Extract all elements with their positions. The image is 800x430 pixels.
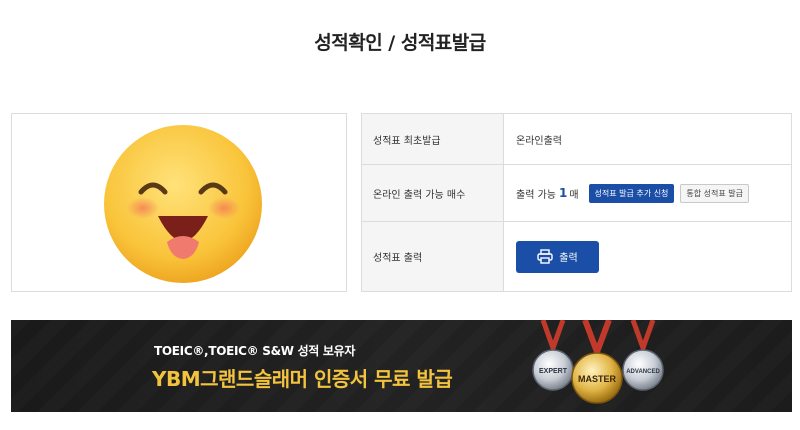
- medal-ribbon: [630, 320, 656, 356]
- integrated-report-button[interactable]: 통합 성적표 발급: [680, 183, 750, 203]
- print-count-number: 1: [558, 186, 568, 200]
- profile-photo-box: [11, 113, 347, 292]
- medal-master-label: MASTER: [578, 374, 617, 384]
- banner-headline: YBM그랜드슬래머 인증서 무료 발급: [152, 367, 453, 391]
- table-row: 성적표 출력 출력: [362, 222, 791, 291]
- row-value-print-count: 출력 가능 1 매 성적표 발급 추가 신청 통합 성적표 발급: [504, 165, 791, 221]
- smiling-face-emoji: [104, 125, 262, 283]
- table-row: 성적표 최초발급 온라인출력: [362, 114, 791, 165]
- banner-subtitle: TOEIC®,TOEIC® S&W 성적 보유자: [154, 344, 356, 358]
- grandslammer-banner[interactable]: TOEIC®,TOEIC® S&W 성적 보유자 YBM그랜드슬래머 인증서 무…: [11, 320, 792, 412]
- printer-icon: [537, 249, 553, 264]
- page-title: 성적확인 / 성적표발급: [314, 32, 486, 54]
- row-value-first-issue: 온라인출력: [516, 135, 562, 147]
- print-count-unit: 매: [569, 189, 579, 201]
- medal-expert-label: EXPERT: [539, 368, 568, 375]
- score-info-table: 성적표 최초발급 온라인출력 온라인 출력 가능 매수 출력 가능 1 매 성적…: [361, 113, 792, 292]
- medal-ribbon: [540, 320, 566, 356]
- medal-advanced-label: ADVANCED: [626, 369, 660, 375]
- row-value-print: 출력: [504, 222, 791, 291]
- medals-graphic: EXPERT ADVANCED MASTER: [532, 320, 664, 404]
- print-button-label: 출력: [559, 253, 578, 264]
- row-label-print-count: 온라인 출력 가능 매수: [362, 165, 504, 221]
- row-label-first-issue: 성적표 최초발급: [362, 114, 504, 164]
- print-available-label: 출력 가능: [516, 189, 556, 201]
- row-label-print: 성적표 출력: [362, 222, 504, 291]
- print-button[interactable]: 출력: [516, 240, 599, 273]
- request-additional-issue-button[interactable]: 성적표 발급 추가 신청: [588, 183, 675, 203]
- table-row: 온라인 출력 가능 매수 출력 가능 1 매 성적표 발급 추가 신청 통합 성…: [362, 165, 791, 222]
- medal-ribbon: [582, 320, 612, 361]
